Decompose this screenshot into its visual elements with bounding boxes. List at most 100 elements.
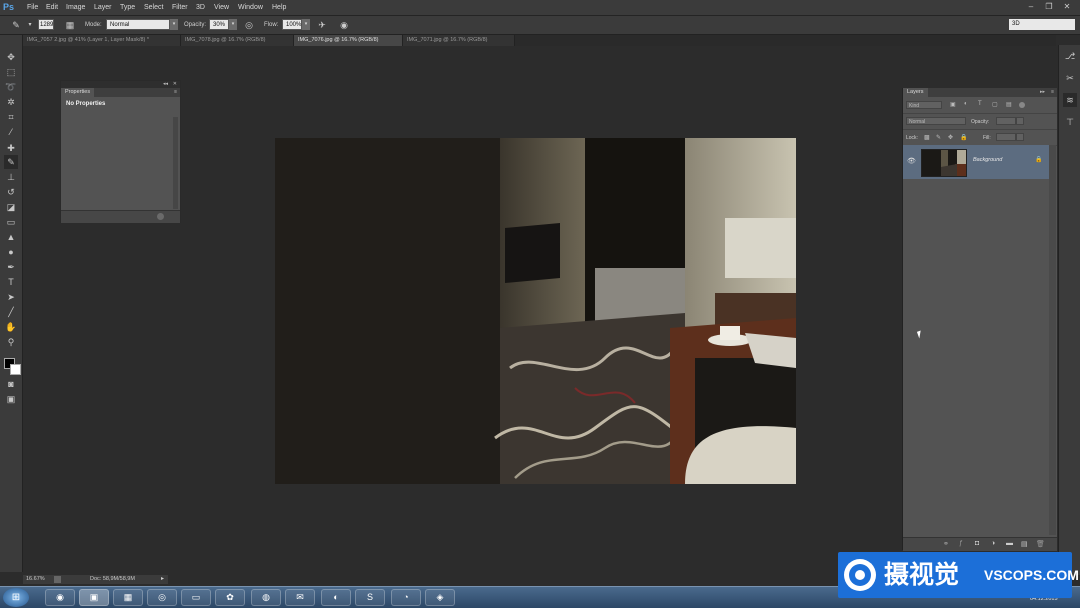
new-layer-icon[interactable]: ▤ bbox=[1021, 540, 1028, 548]
pressure-size-icon[interactable]: ◉ bbox=[338, 19, 350, 31]
quick-select-icon[interactable]: ✲ bbox=[4, 95, 18, 109]
layer-name[interactable]: Background bbox=[973, 157, 1002, 163]
quick-mask-icon[interactable]: ◙ bbox=[4, 377, 18, 391]
paragraph-panel-icon[interactable]: ⊤ bbox=[1063, 115, 1077, 129]
chevron-down-icon[interactable]: ▾ bbox=[24, 19, 36, 31]
menu-type[interactable]: Type bbox=[120, 0, 135, 15]
layer-row-background[interactable]: 👁 Background 🔒 bbox=[903, 145, 1049, 179]
shape-tool-icon[interactable]: ╱ bbox=[4, 305, 18, 319]
tab-img-7078[interactable]: IMG_7078.jpg @ 16.7% (RGB/8) bbox=[181, 35, 294, 46]
link-layers-icon[interactable]: ⚭ bbox=[943, 540, 949, 548]
minimize-button[interactable]: – bbox=[1024, 1, 1038, 13]
filter-toggle-icon[interactable] bbox=[1019, 102, 1025, 108]
eraser-tool-icon[interactable]: ◪ bbox=[4, 200, 18, 214]
healing-brush-icon[interactable]: ✚ bbox=[4, 141, 18, 155]
folder-icon[interactable]: ▭ bbox=[181, 589, 211, 606]
windows-start-icon[interactable]: ⊞ bbox=[3, 588, 29, 607]
mode-select[interactable]: Normal bbox=[106, 19, 170, 30]
history-panel-icon[interactable]: ⎇ bbox=[1063, 49, 1077, 63]
filter-shape-icon[interactable]: ▢ bbox=[992, 101, 998, 108]
layer-fill-field[interactable] bbox=[996, 133, 1016, 141]
restore-button[interactable]: ❐ bbox=[1042, 1, 1056, 13]
filter-pixel-icon[interactable]: ▣ bbox=[950, 101, 956, 108]
gradient-tool-icon[interactable]: ▭ bbox=[4, 215, 18, 229]
filter-adjustment-icon[interactable]: ◐ bbox=[964, 101, 968, 107]
crop-tool-icon[interactable]: ⌗ bbox=[4, 110, 18, 124]
menu-help[interactable]: Help bbox=[272, 0, 286, 15]
pressure-opacity-icon[interactable]: ◎ bbox=[243, 19, 255, 31]
history-brush-icon[interactable]: ↺ bbox=[4, 185, 18, 199]
kind-filter-select[interactable]: Kind bbox=[906, 101, 942, 109]
app-icon[interactable]: ✿ bbox=[215, 589, 245, 606]
zoom-tool-icon[interactable]: ⚲ bbox=[4, 335, 18, 349]
thunderbird-icon[interactable]: ✉ bbox=[285, 589, 315, 606]
type-tool-icon[interactable]: T bbox=[4, 275, 18, 289]
lock-pixels-icon[interactable]: ✎ bbox=[936, 134, 941, 141]
opacity-field[interactable]: 30% bbox=[209, 19, 229, 30]
brush-tool-icon[interactable]: ✎ bbox=[4, 155, 18, 169]
menu-layer[interactable]: Layer bbox=[94, 0, 112, 15]
marquee-tool-icon[interactable]: ⬚ bbox=[4, 65, 18, 79]
workspace-select[interactable]: 3D bbox=[1009, 19, 1075, 30]
camera-icon[interactable]: ◎ bbox=[147, 589, 177, 606]
menu-file[interactable]: File bbox=[27, 0, 38, 15]
pen-tool-icon[interactable]: ✒ bbox=[4, 260, 18, 274]
eyedropper-icon[interactable]: ⁄ bbox=[4, 125, 18, 139]
tab-properties[interactable]: Properties bbox=[61, 88, 95, 97]
menu-view[interactable]: View bbox=[214, 0, 229, 15]
menu-3d[interactable]: 3D bbox=[196, 0, 205, 15]
filter-type-icon[interactable]: T bbox=[978, 101, 982, 107]
document-image[interactable] bbox=[275, 138, 796, 484]
menu-window[interactable]: Window bbox=[238, 0, 263, 15]
move-tool-icon[interactable]: ✥ bbox=[4, 50, 18, 64]
layers-panel-icon[interactable]: ≋ bbox=[1063, 93, 1077, 107]
close-button[interactable]: ✕ bbox=[1060, 1, 1074, 13]
fx-icon[interactable]: ƒ bbox=[959, 540, 963, 547]
scrollbar[interactable] bbox=[1049, 145, 1056, 535]
panel-menu-icon[interactable]: ≡ bbox=[1051, 89, 1054, 95]
layer-opacity-field[interactable] bbox=[996, 117, 1016, 125]
photoshop-taskbar-icon[interactable]: ▣ bbox=[79, 589, 109, 606]
chevron-down-icon[interactable] bbox=[1016, 133, 1024, 141]
lock-transparent-icon[interactable]: ▩ bbox=[924, 134, 930, 141]
obs-icon[interactable]: ◔ bbox=[391, 589, 421, 606]
tab-img-7076[interactable]: IMG_7076.jpg @ 16.7% (RGB/8) bbox=[294, 35, 403, 46]
scrollbar[interactable] bbox=[173, 117, 178, 209]
blur-tool-icon[interactable]: ▲ bbox=[4, 230, 18, 244]
chrome-icon[interactable]: ◍ bbox=[251, 589, 281, 606]
lasso-tool-icon[interactable]: ➰ bbox=[4, 80, 18, 94]
tab-img-7057[interactable]: IMG_7057 2.jpg @ 41% (Layer 1, Layer Mas… bbox=[23, 35, 181, 46]
chevron-down-icon[interactable]: ▾ bbox=[170, 19, 178, 30]
visibility-toggle-icon[interactable] bbox=[157, 213, 164, 220]
computer-icon[interactable]: ▦ bbox=[113, 589, 143, 606]
zoom-level[interactable]: 16.67% bbox=[26, 575, 45, 584]
chevron-down-icon[interactable]: ▾ bbox=[302, 19, 310, 30]
collapse-icon[interactable]: ▸▸ bbox=[1040, 89, 1045, 95]
skype-icon[interactable]: S bbox=[355, 589, 385, 606]
trash-icon[interactable]: 🗑 bbox=[1036, 540, 1045, 548]
tab-img-7071[interactable]: IMG_7071.jpg @ 16.7% (RGB/8) bbox=[403, 35, 515, 46]
menu-select[interactable]: Select bbox=[144, 0, 163, 15]
menu-edit[interactable]: Edit bbox=[46, 0, 58, 15]
firefox-icon[interactable]: ◐ bbox=[321, 589, 351, 606]
menu-image[interactable]: Image bbox=[66, 0, 85, 15]
adjustment-layer-icon[interactable]: ◑ bbox=[991, 540, 995, 547]
brush-panel-icon[interactable]: ▦ bbox=[64, 19, 76, 31]
brush-tool-icon[interactable]: ✎ bbox=[10, 19, 22, 31]
path-select-icon[interactable]: ➤ bbox=[4, 290, 18, 304]
background-color-swatch[interactable] bbox=[10, 364, 21, 375]
chevron-down-icon[interactable] bbox=[1016, 117, 1024, 125]
flow-field[interactable]: 100% bbox=[282, 19, 302, 30]
group-folder-icon[interactable]: ▬ bbox=[1006, 540, 1013, 547]
dodge-tool-icon[interactable]: ● bbox=[4, 245, 18, 259]
export-icon[interactable] bbox=[54, 576, 61, 583]
lock-all-icon[interactable]: 🔒 bbox=[960, 134, 967, 141]
panel-menu-icon[interactable]: ≡ bbox=[174, 89, 177, 95]
airbrush-icon[interactable]: ✈ bbox=[316, 19, 328, 31]
tools-preset-icon[interactable]: ✂ bbox=[1063, 71, 1077, 85]
screen-mode-icon[interactable]: ▣ bbox=[4, 392, 18, 406]
lock-position-icon[interactable]: ✥ bbox=[948, 134, 953, 141]
brush-size-field[interactable]: 1289 bbox=[38, 19, 54, 30]
close-icon[interactable]: ✕ bbox=[173, 81, 177, 87]
blend-mode-select[interactable]: Normal bbox=[906, 117, 966, 125]
